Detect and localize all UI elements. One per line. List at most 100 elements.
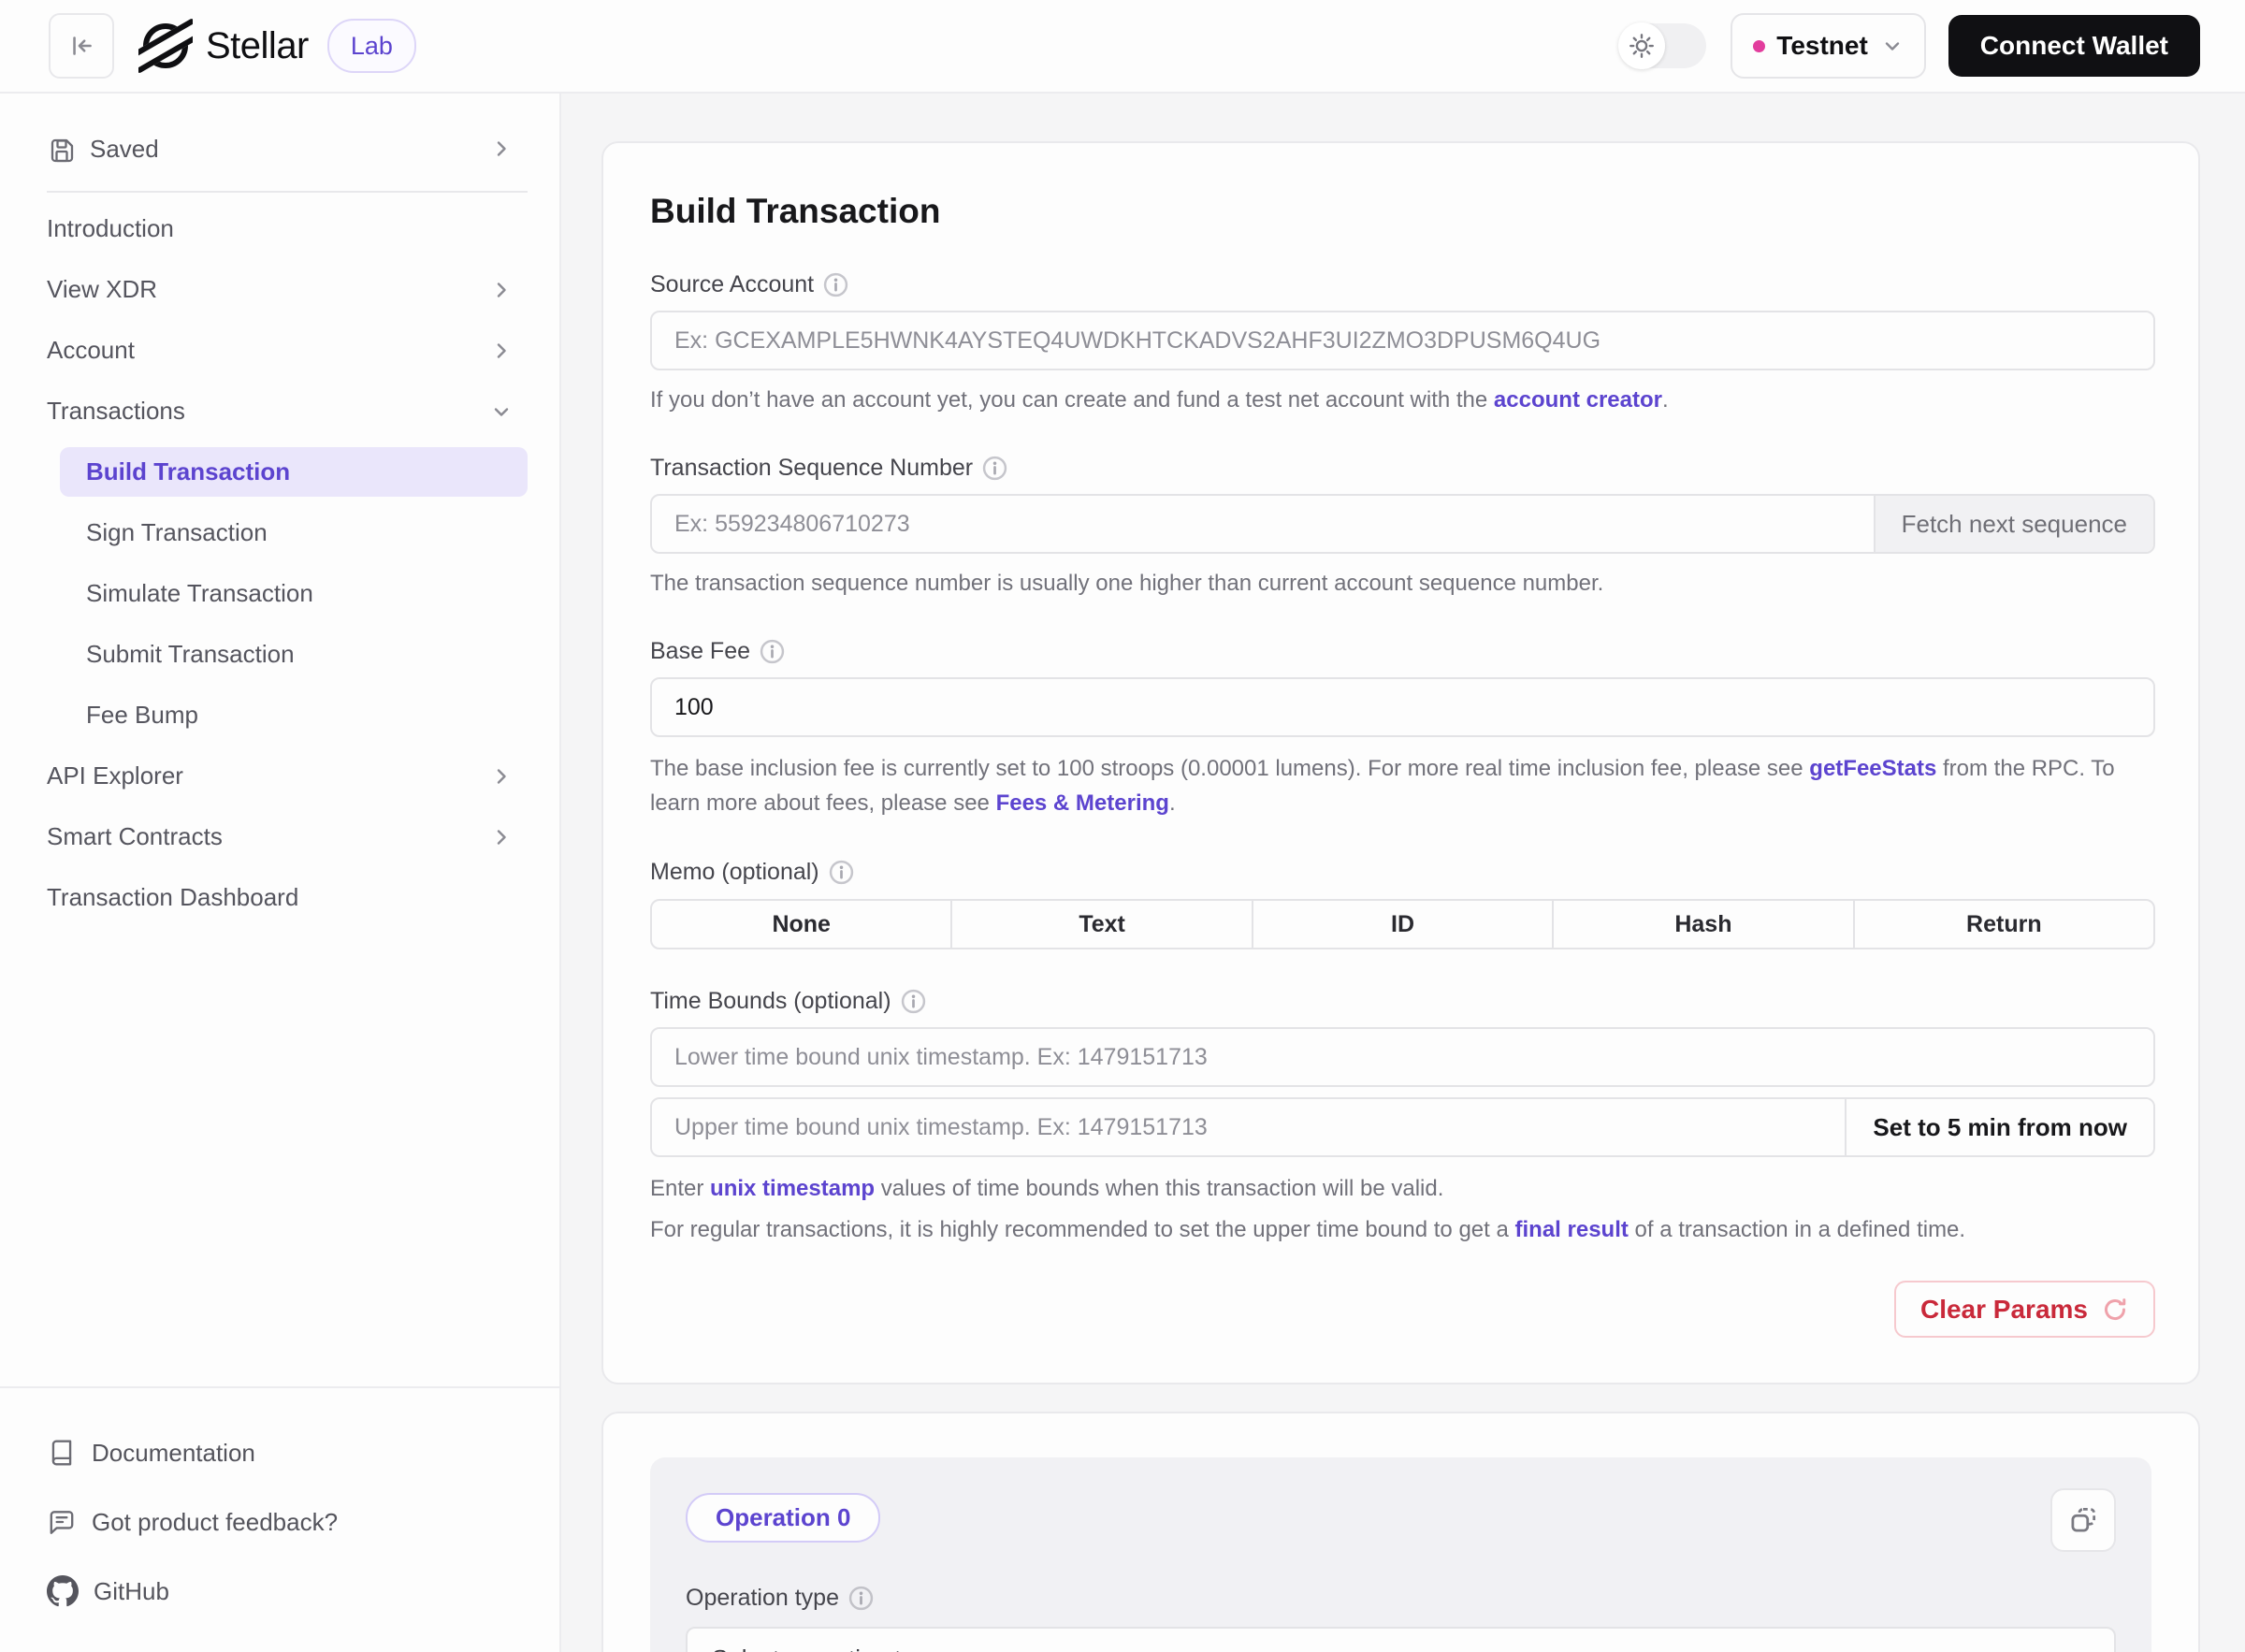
sidebar-item-label: Sign Transaction bbox=[86, 518, 268, 547]
memo-tab-text[interactable]: Text bbox=[950, 901, 1251, 948]
info-icon[interactable] bbox=[982, 456, 1007, 481]
getfeestats-link[interactable]: getFeeStats bbox=[1809, 756, 1936, 781]
connect-wallet-button[interactable]: Connect Wallet bbox=[1948, 15, 2200, 77]
help-text: . bbox=[1662, 387, 1669, 413]
theme-toggle[interactable] bbox=[1618, 23, 1706, 68]
sequence-number-input[interactable] bbox=[652, 496, 1874, 552]
refresh-icon bbox=[2101, 1296, 2129, 1324]
info-icon[interactable] bbox=[848, 1586, 874, 1611]
set-5-min-button[interactable]: Set to 5 min from now bbox=[1845, 1099, 2153, 1155]
help-text: For regular transactions, it is highly r… bbox=[650, 1217, 1515, 1242]
sidebar-item-account[interactable]: Account bbox=[47, 320, 528, 381]
chevron-right-icon bbox=[490, 765, 513, 788]
source-account-help: If you don’t have an account yet, you ca… bbox=[650, 384, 2155, 416]
lab-badge: Lab bbox=[327, 19, 416, 73]
sidebar-item-fee-bump[interactable]: Fee Bump bbox=[47, 685, 528, 746]
page-title: Build Transaction bbox=[650, 186, 2155, 237]
info-icon[interactable] bbox=[901, 989, 926, 1014]
clear-params-label: Clear Params bbox=[1920, 1295, 2088, 1325]
network-label: Testnet bbox=[1776, 31, 1868, 61]
network-status-dot bbox=[1753, 40, 1765, 52]
memo-tab-id[interactable]: ID bbox=[1252, 901, 1552, 948]
sidebar-item-label: Smart Contracts bbox=[47, 822, 223, 851]
sun-icon bbox=[1628, 32, 1656, 60]
sidebar-item-label: Transaction Dashboard bbox=[47, 883, 298, 912]
info-icon[interactable] bbox=[760, 639, 785, 664]
sidebar-item-submit-transaction[interactable]: Submit Transaction bbox=[47, 624, 528, 685]
help-text: values of time bounds when this transact… bbox=[875, 1176, 1443, 1201]
operation-type-select-value: Select operation type bbox=[712, 1645, 940, 1652]
sidebar-item-label: Documentation bbox=[92, 1439, 255, 1468]
fees-metering-link[interactable]: Fees & Metering bbox=[996, 790, 1169, 816]
sidebar-item-api-explorer[interactable]: API Explorer bbox=[47, 746, 528, 806]
chevron-down-icon bbox=[2065, 1646, 2090, 1652]
feedback-bubble-icon bbox=[47, 1507, 77, 1537]
source-account-input[interactable] bbox=[652, 312, 2153, 369]
sidebar-item-transaction-dashboard[interactable]: Transaction Dashboard bbox=[47, 867, 528, 928]
app-header: Stellar Lab Testnet bbox=[0, 0, 2245, 94]
sidebar-item-documentation[interactable]: Documentation bbox=[47, 1418, 513, 1487]
main-content: Build Transaction Source Account If you … bbox=[561, 94, 2245, 1652]
sidebar-item-view-xdr[interactable]: View XDR bbox=[47, 259, 528, 320]
sequence-number-label-row: Transaction Sequence Number bbox=[650, 454, 2155, 482]
sidebar-item-label: Saved bbox=[90, 135, 159, 164]
sidebar-item-label: API Explorer bbox=[47, 761, 183, 790]
sidebar-item-label: View XDR bbox=[47, 275, 157, 304]
memo-tab-none[interactable]: None bbox=[652, 901, 950, 948]
sidebar-item-simulate-transaction[interactable]: Simulate Transaction bbox=[47, 563, 528, 624]
time-bounds-help-2: For regular transactions, it is highly r… bbox=[650, 1214, 2155, 1246]
operation-type-label-row: Operation type bbox=[686, 1584, 2116, 1612]
network-select[interactable]: Testnet bbox=[1731, 13, 1926, 79]
collapse-sidebar-button[interactable] bbox=[49, 13, 114, 79]
operation-type-label: Operation type bbox=[686, 1585, 839, 1612]
brand-title: Stellar bbox=[206, 25, 309, 67]
sidebar-item-feedback[interactable]: Got product feedback? bbox=[47, 1487, 513, 1557]
duplicate-operation-button[interactable] bbox=[2050, 1488, 2116, 1552]
sidebar-item-introduction[interactable]: Introduction bbox=[47, 198, 528, 259]
memo-tab-hash[interactable]: Hash bbox=[1552, 901, 1852, 948]
chevron-right-icon bbox=[490, 279, 513, 301]
sidebar-footer: Documentation Got product feedback? GitH… bbox=[0, 1386, 559, 1652]
stellar-logo-icon bbox=[138, 19, 193, 73]
base-fee-input[interactable] bbox=[652, 679, 2153, 735]
build-transaction-card: Build Transaction Source Account If you … bbox=[601, 141, 2200, 1384]
sidebar-item-saved[interactable]: Saved bbox=[47, 127, 528, 170]
info-icon[interactable] bbox=[829, 860, 854, 885]
sidebar-item-label: Transactions bbox=[47, 397, 185, 426]
account-creator-link[interactable]: account creator bbox=[1494, 387, 1662, 413]
info-icon[interactable] bbox=[823, 272, 848, 297]
sidebar-item-build-transaction[interactable]: Build Transaction bbox=[60, 447, 528, 497]
sequence-number-label: Transaction Sequence Number bbox=[650, 455, 973, 482]
base-fee-label-row: Base Fee bbox=[650, 637, 2155, 665]
operation-0-panel: Operation 0 Operation type Select operat… bbox=[650, 1457, 2151, 1652]
help-text: of a transaction in a defined time. bbox=[1629, 1217, 1965, 1242]
final-result-link[interactable]: final result bbox=[1515, 1217, 1629, 1242]
fetch-next-sequence-button[interactable]: Fetch next sequence bbox=[1874, 496, 2153, 552]
sidebar-item-transactions[interactable]: Transactions bbox=[47, 381, 528, 442]
sidebar-item-label: Got product feedback? bbox=[92, 1508, 338, 1537]
time-bounds-label-row: Time Bounds (optional) bbox=[650, 987, 2155, 1015]
memo-tab-return[interactable]: Return bbox=[1853, 901, 2153, 948]
unix-timestamp-link[interactable]: unix timestamp bbox=[710, 1176, 875, 1201]
sidebar-item-label: Introduction bbox=[47, 214, 174, 243]
sidebar-item-label: Submit Transaction bbox=[86, 640, 295, 669]
sidebar: Saved Introduction View XDR Account Tran… bbox=[0, 94, 561, 1652]
sidebar-item-github[interactable]: GitHub bbox=[47, 1557, 513, 1626]
collapse-sidebar-icon bbox=[65, 30, 97, 62]
upper-time-bound-input[interactable] bbox=[652, 1099, 1845, 1155]
lower-time-bound-input[interactable] bbox=[652, 1029, 2153, 1085]
sidebar-item-sign-transaction[interactable]: Sign Transaction bbox=[47, 502, 528, 563]
sidebar-item-label: GitHub bbox=[94, 1577, 169, 1606]
upper-time-bound-field: Set to 5 min from now bbox=[650, 1097, 2155, 1157]
clear-params-button[interactable]: Clear Params bbox=[1894, 1281, 2155, 1338]
base-fee-label: Base Fee bbox=[650, 638, 750, 665]
chevron-down-icon bbox=[490, 400, 513, 423]
sidebar-item-smart-contracts[interactable]: Smart Contracts bbox=[47, 806, 528, 867]
memo-label: Memo (optional) bbox=[650, 859, 819, 886]
help-text: The base inclusion fee is currently set … bbox=[650, 756, 1809, 781]
sidebar-item-label: Account bbox=[47, 336, 135, 365]
operation-type-select[interactable]: Select operation type bbox=[686, 1627, 2116, 1652]
memo-label-row: Memo (optional) bbox=[650, 858, 2155, 886]
help-text: Enter bbox=[650, 1176, 710, 1201]
sequence-number-field: Fetch next sequence bbox=[650, 494, 2155, 554]
